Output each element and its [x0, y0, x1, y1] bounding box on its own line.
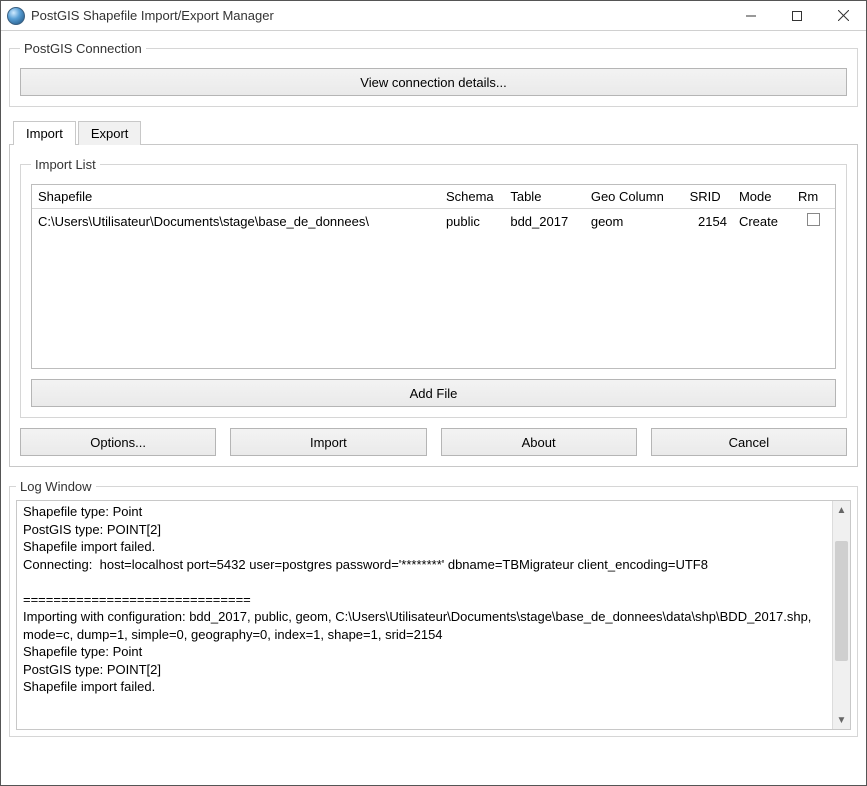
- cell-rm[interactable]: [792, 209, 835, 234]
- maximize-button[interactable]: [774, 1, 820, 30]
- options-button[interactable]: Options...: [20, 428, 216, 456]
- log-window-group: Log Window Shapefile type: Point PostGIS…: [9, 479, 858, 737]
- table-header-row: Shapefile Schema Table Geo Column SRID M…: [32, 185, 835, 209]
- add-file-button[interactable]: Add File: [31, 379, 836, 407]
- cell-geo[interactable]: geom: [585, 209, 684, 234]
- scroll-thumb[interactable]: [835, 541, 848, 661]
- col-table[interactable]: Table: [504, 185, 585, 209]
- tab-strip: Import Export: [9, 119, 858, 145]
- log-scrollbar[interactable]: ▲ ▼: [832, 501, 850, 729]
- app-icon: [7, 7, 25, 25]
- cell-shapefile[interactable]: C:\Users\Utilisateur\Documents\stage\bas…: [32, 209, 440, 234]
- import-button[interactable]: Import: [230, 428, 426, 456]
- col-rm[interactable]: Rm: [792, 185, 835, 209]
- connection-group: PostGIS Connection View connection detai…: [9, 41, 858, 107]
- tab-body-import: Import List Shapefile Schema Table Geo C…: [9, 144, 858, 467]
- tab-import[interactable]: Import: [13, 121, 76, 145]
- view-connection-details-button[interactable]: View connection details...: [20, 68, 847, 96]
- cell-schema[interactable]: public: [440, 209, 504, 234]
- col-shapefile[interactable]: Shapefile: [32, 185, 440, 209]
- rm-checkbox[interactable]: [807, 213, 820, 226]
- cell-srid[interactable]: 2154: [684, 209, 733, 234]
- cancel-button[interactable]: Cancel: [651, 428, 847, 456]
- title-bar: PostGIS Shapefile Import/Export Manager: [1, 1, 866, 31]
- log-window-legend: Log Window: [16, 479, 96, 494]
- window-title: PostGIS Shapefile Import/Export Manager: [31, 8, 728, 23]
- tab-export[interactable]: Export: [78, 121, 142, 145]
- import-list-group: Import List Shapefile Schema Table Geo C…: [20, 157, 847, 418]
- import-list-table[interactable]: Shapefile Schema Table Geo Column SRID M…: [31, 184, 836, 369]
- col-geo-column[interactable]: Geo Column: [585, 185, 684, 209]
- connection-legend: PostGIS Connection: [20, 41, 146, 56]
- action-button-row: Options... Import About Cancel: [20, 428, 847, 456]
- minimize-button[interactable]: [728, 1, 774, 30]
- col-mode[interactable]: Mode: [733, 185, 792, 209]
- col-srid[interactable]: SRID: [684, 185, 733, 209]
- close-button[interactable]: [820, 1, 866, 30]
- import-list-legend: Import List: [31, 157, 100, 172]
- cell-mode[interactable]: Create: [733, 209, 792, 234]
- table-row[interactable]: C:\Users\Utilisateur\Documents\stage\bas…: [32, 209, 835, 234]
- scroll-down-icon[interactable]: ▼: [833, 711, 850, 729]
- log-text[interactable]: Shapefile type: Point PostGIS type: POIN…: [17, 501, 832, 729]
- cell-table[interactable]: bdd_2017: [504, 209, 585, 234]
- col-schema[interactable]: Schema: [440, 185, 504, 209]
- about-button[interactable]: About: [441, 428, 637, 456]
- scroll-up-icon[interactable]: ▲: [833, 501, 850, 519]
